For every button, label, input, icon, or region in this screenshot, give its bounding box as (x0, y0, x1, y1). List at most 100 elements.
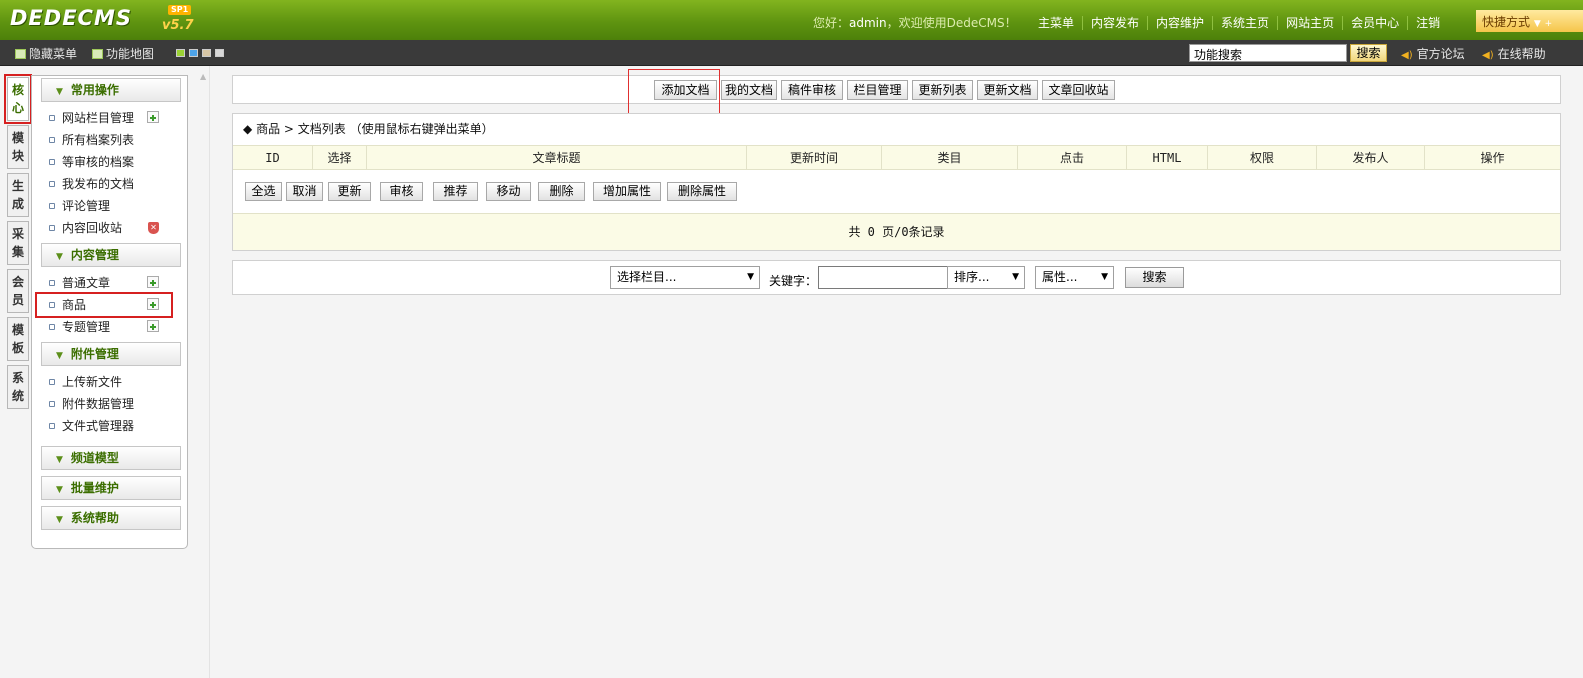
nav-content-publish[interactable]: 内容发布 (1082, 16, 1148, 30)
bullet-icon (49, 203, 55, 209)
attribute-select[interactable]: 属性... ▼ (1035, 266, 1114, 289)
menu-item-all-archives[interactable]: 所有档案列表 (32, 129, 187, 151)
col-title: 文章标题 (367, 146, 747, 170)
add-icon[interactable] (147, 111, 159, 123)
skin-tan-swatch[interactable] (202, 49, 211, 57)
skin-blue-swatch[interactable] (189, 49, 198, 57)
scrollbar[interactable] (1561, 66, 1583, 678)
delete-button[interactable]: 删除 (538, 182, 585, 201)
menu-item-topics[interactable]: 专题管理 (32, 316, 187, 338)
function-search-button[interactable]: 搜索 (1350, 44, 1387, 62)
nav-site-home[interactable]: 网站主页 (1277, 16, 1343, 30)
logo-version: v5.7 (162, 18, 194, 33)
collapse-arrow-icon[interactable]: ▲ (200, 72, 206, 81)
greeting: 您好：admin，欢迎使用DedeCMS！ (813, 16, 1017, 30)
article-recycle-button[interactable]: 文章回收站 (1042, 80, 1115, 100)
dedecms-logo[interactable]: DEDECMS v5.7 SP1 (10, 5, 194, 36)
menu-item-my-documents[interactable]: 我发布的文档 (32, 173, 187, 195)
menu-group-common-ops[interactable]: ▼ 常用操作 (41, 78, 181, 102)
update-document-button[interactable]: 更新文档 (977, 80, 1038, 100)
document-list-panel: ◆ 商品 > 文档列表 （使用鼠标右键弹出菜单） ID 选择 文章标题 更新时间… (232, 113, 1561, 251)
add-icon[interactable] (147, 276, 159, 288)
col-id: ID (233, 146, 313, 170)
sub-toolbar: 隐藏菜单 功能地图 功能搜索 搜索 ◀) 官方论坛 ◀) 在线帮助 (0, 40, 1583, 66)
col-category: 类目 (882, 146, 1018, 170)
menu-group-content-mgmt[interactable]: ▼ 内容管理 (41, 243, 181, 267)
menu-item-upload-file[interactable]: 上传新文件 (32, 371, 187, 393)
order-select[interactable]: 排序... ▼ (947, 266, 1025, 289)
update-list-button[interactable]: 更新列表 (912, 80, 973, 100)
tab-collect[interactable]: 采集 (7, 221, 29, 265)
tab-template[interactable]: 模板 (7, 317, 29, 361)
breadcrumb-path[interactable]: 商品 > 文档列表 (256, 122, 346, 136)
review-button[interactable]: 稿件审核 (781, 80, 843, 100)
add-icon[interactable] (147, 298, 159, 310)
top-nav: 主菜单 内容发布 内容维护 系统主页 网站主页 会员中心 注销 (1030, 14, 1449, 31)
menu-item-articles[interactable]: 普通文章 (32, 272, 187, 294)
tab-module[interactable]: 模块 (7, 125, 29, 169)
menu-group-system-help[interactable]: ▼ 系统帮助 (41, 506, 181, 530)
function-search-input[interactable]: 功能搜索 (1189, 44, 1347, 62)
col-actions: 操作 (1480, 151, 1505, 165)
online-help-link[interactable]: ◀) 在线帮助 (1482, 45, 1546, 62)
breadcrumb-hint: （使用鼠标右键弹出菜单） (349, 122, 494, 136)
menu-item-recycle-bin[interactable]: 内容回收站 ✕ (32, 217, 187, 239)
move-button[interactable]: 移动 (486, 182, 531, 201)
category-select[interactable]: 选择栏目... ▼ (610, 266, 760, 289)
menu-item-comments[interactable]: 评论管理 (32, 195, 187, 217)
tab-core[interactable]: 核心 (4, 74, 32, 124)
column-manage-button[interactable]: 栏目管理 (847, 80, 908, 100)
table-header: ID 选择 文章标题 更新时间 类目 点击 HTML 权限 发布人 操作 (233, 145, 1560, 170)
chevron-down-icon: ▼ (56, 351, 63, 361)
audit-button[interactable]: 审核 (380, 182, 423, 201)
bullet-icon (49, 159, 55, 165)
nav-content-maintain[interactable]: 内容维护 (1147, 16, 1213, 30)
tab-generate[interactable]: 生成 (7, 173, 29, 217)
search-filter-bar: 选择栏目... ▼ 关键字： 排序... ▼ 属性... ▼ 搜索 (232, 260, 1561, 295)
shield-delete-icon[interactable]: ✕ (148, 222, 159, 234)
skin-gray-swatch[interactable] (215, 49, 224, 57)
menu-item-products[interactable]: 商品 (35, 292, 173, 318)
record-summary: 共 0 页/0条记录 (233, 213, 1560, 250)
bullet-icon (49, 280, 55, 286)
select-all-button[interactable]: 全选 (245, 182, 282, 201)
search-button[interactable]: 搜索 (1125, 267, 1184, 288)
chevron-down-icon: ▼ (56, 485, 63, 495)
add-attribute-button[interactable]: 增加属性 (593, 182, 661, 201)
nav-logout[interactable]: 注销 (1407, 16, 1449, 30)
bullet-icon (49, 423, 55, 429)
frame-divider[interactable] (209, 66, 210, 678)
module-tabs: 核心 模块 生成 采集 会员 模板 系统 (4, 74, 32, 413)
menu-item-attachment-data[interactable]: 附件数据管理 (32, 393, 187, 415)
nav-main-menu[interactable]: 主菜单 (1030, 16, 1082, 30)
menu-group-channel-model[interactable]: ▼ 频道模型 (41, 446, 181, 470)
function-map-link[interactable]: 功能地图 (92, 45, 154, 62)
nav-member-center[interactable]: 会员中心 (1342, 16, 1408, 30)
quick-menu-button[interactable]: 快捷方式 ▼ + (1476, 10, 1583, 32)
official-forum-link[interactable]: ◀) 官方论坛 (1401, 45, 1465, 62)
chevron-down-icon: ▼ (56, 252, 63, 262)
my-documents-button[interactable]: 我的文档 (721, 80, 777, 100)
bullet-icon (49, 324, 55, 330)
grid-icon (92, 49, 103, 59)
plus-icon: + (1544, 19, 1553, 29)
bullet-icon (49, 225, 55, 231)
menu-group-attachment-mgmt[interactable]: ▼ 附件管理 (41, 342, 181, 366)
recommend-button[interactable]: 推荐 (433, 182, 478, 201)
tab-member[interactable]: 会员 (7, 269, 29, 313)
menu-item-file-manager[interactable]: 文件式管理器 (32, 415, 187, 437)
menu-group-batch-maint[interactable]: ▼ 批量维护 (41, 476, 181, 500)
keyword-input[interactable] (818, 266, 948, 289)
skin-green-swatch[interactable] (176, 49, 185, 57)
nav-system-home[interactable]: 系统主页 (1212, 16, 1278, 30)
add-icon[interactable] (147, 320, 159, 332)
bullet-icon (49, 401, 55, 407)
hide-menu-link[interactable]: 隐藏菜单 (15, 45, 77, 62)
diamond-icon: ◆ (243, 122, 253, 136)
menu-item-site-columns[interactable]: 网站栏目管理 (32, 107, 187, 129)
menu-item-pending-archives[interactable]: 等审核的档案 (32, 151, 187, 173)
delete-attribute-button[interactable]: 删除属性 (667, 182, 737, 201)
update-button[interactable]: 更新 (328, 182, 371, 201)
cancel-select-button[interactable]: 取消 (286, 182, 323, 201)
tab-system[interactable]: 系统 (7, 365, 29, 409)
